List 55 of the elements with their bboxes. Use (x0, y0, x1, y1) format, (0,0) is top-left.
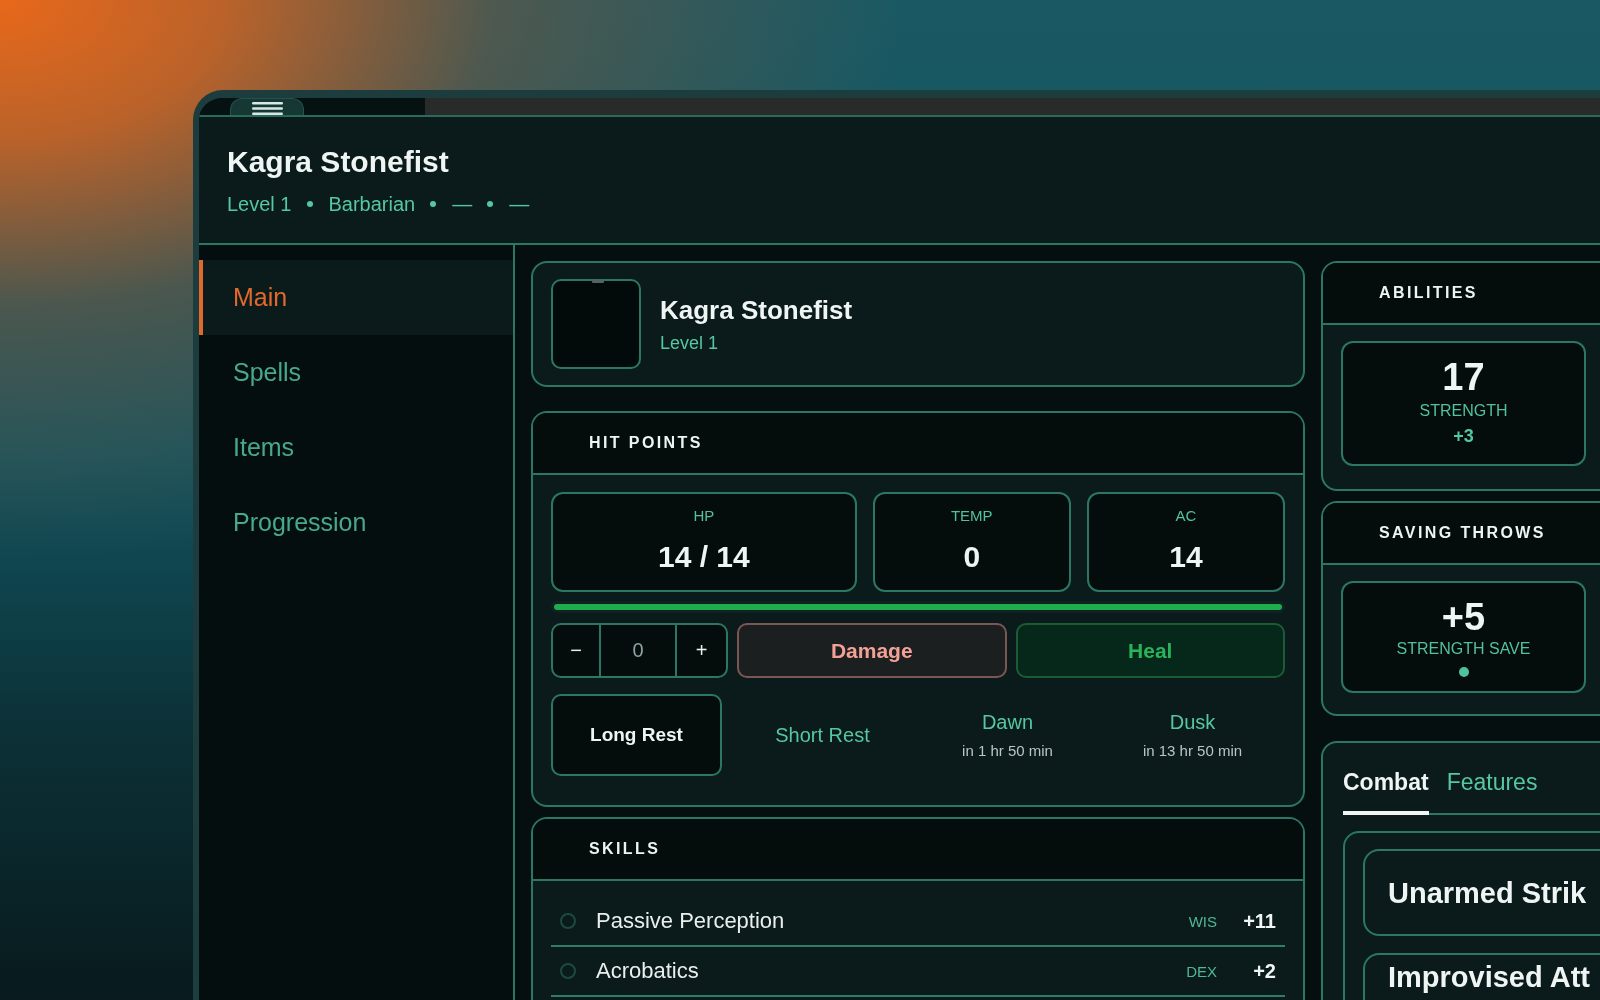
skill-name: Passive Perception (596, 908, 786, 934)
stat-value: 14 (1169, 540, 1203, 574)
card-title: ABILITIES (1379, 284, 1478, 302)
stat-value: 14 / 14 (658, 540, 750, 574)
card-title: HIT POINTS (589, 434, 703, 452)
heal-button[interactable]: Heal (1015, 623, 1285, 678)
attack-name: Unarmed Strik (1388, 876, 1587, 909)
stat-label: TEMP (950, 506, 993, 526)
subtitle-text: — (509, 192, 530, 216)
card-title: SAVING THROWS (1379, 524, 1546, 542)
recharge-label: Dawn (981, 710, 1034, 734)
sidebar-item[interactable]: Progression (199, 485, 513, 560)
attack-card[interactable]: Improvised Att (1363, 953, 1600, 1000)
ability-score: 17 (1442, 357, 1485, 397)
subtitle-text: — (452, 192, 473, 216)
profile-name: Kagra Stonefist (660, 294, 853, 326)
attack-card[interactable]: Unarmed Strik (1363, 849, 1600, 936)
save-value: +5 (1441, 597, 1486, 637)
separator-dot-icon (487, 201, 494, 207)
profile-level: Level 1 (660, 332, 720, 354)
separator-dot-icon (430, 201, 437, 207)
sidebar-item[interactable]: Spells (199, 335, 513, 410)
skill-ability: DEX (1186, 962, 1217, 980)
attack-name: Improvised Att (1388, 961, 1590, 993)
stat-label: AC (1175, 506, 1197, 526)
skill-name: Acrobatics (596, 958, 700, 984)
sidebar-item[interactable]: Items (199, 410, 513, 485)
increment-button[interactable]: + (677, 625, 726, 676)
recharge-time: in 13 hr 50 min (1142, 742, 1243, 760)
sidebar-item[interactable]: Main (199, 260, 513, 335)
subtitle-text: Level 1 (227, 192, 292, 216)
skill-bonus: +11 (1242, 909, 1276, 933)
ability-name: STRENGTH (1419, 401, 1508, 421)
card-title: SKILLS (589, 840, 661, 858)
decrement-button[interactable]: − (553, 625, 599, 676)
amount-stepper[interactable]: − 0 + (551, 623, 728, 678)
ability-modifier: +3 (1453, 425, 1474, 447)
separator-dot-icon (306, 201, 313, 207)
character-name: Kagra Stonefist (227, 144, 450, 180)
long-rest-button[interactable]: Long Rest (551, 694, 722, 776)
skill-bonus: +2 (1252, 959, 1276, 983)
recharge-label: Dusk (1169, 710, 1216, 734)
damage-button[interactable]: Damage (737, 623, 1007, 678)
short-rest-link[interactable]: Short Rest (771, 721, 874, 749)
amount-field[interactable]: 0 (599, 625, 677, 676)
recharge-time: in 1 hr 50 min (962, 742, 1053, 760)
menu-button[interactable] (230, 98, 304, 115)
skill-ability: WIS (1188, 912, 1217, 930)
tab[interactable]: Features (1446, 763, 1538, 815)
stat-label: HP (693, 506, 715, 526)
save-name: STRENGTH SAVE (1396, 639, 1531, 659)
subtitle-text: Barbarian (328, 192, 416, 216)
stat-value: 0 (963, 540, 981, 574)
menu-icon (251, 102, 283, 115)
tab[interactable]: Combat (1343, 763, 1429, 815)
